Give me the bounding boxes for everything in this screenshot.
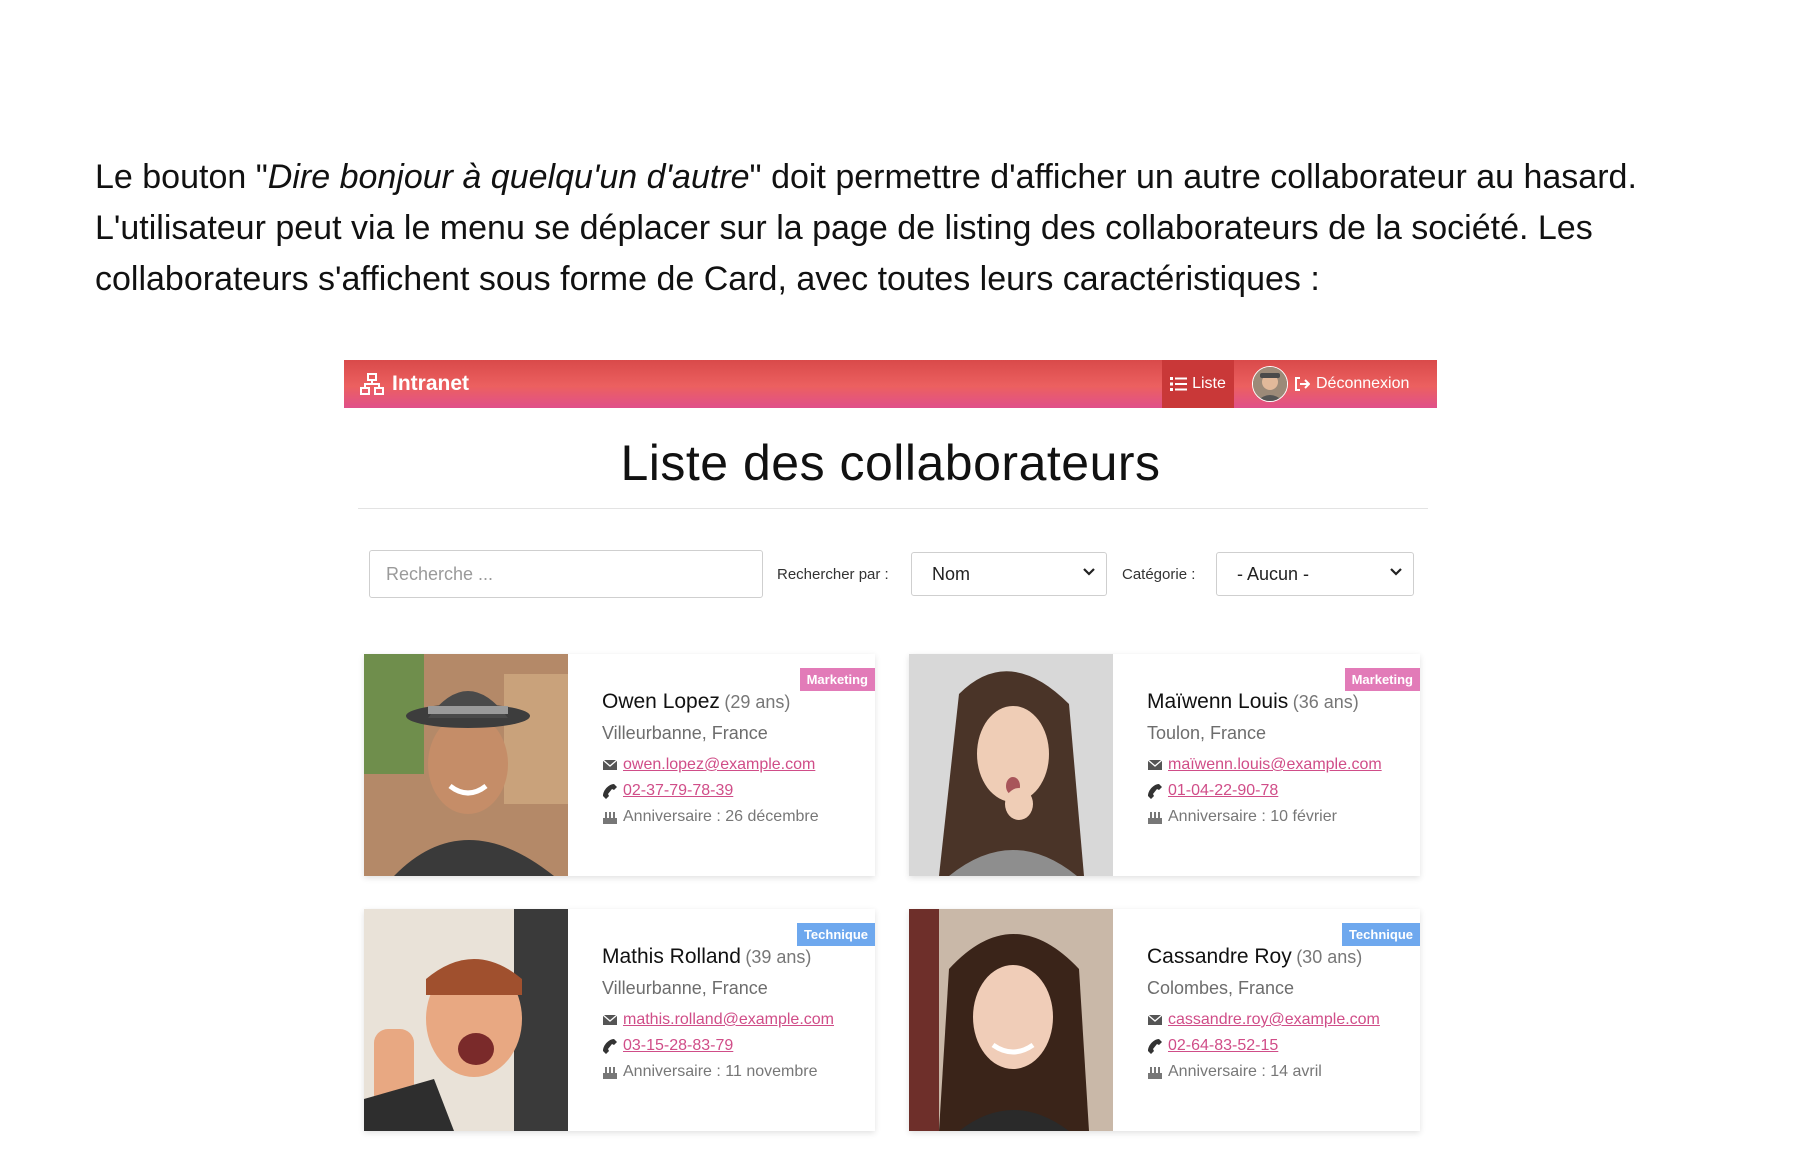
phone-link[interactable]: 02-37-79-78-39 [623,782,733,800]
collaborator-card: Technique Cassandre Roy (30 ans) Colombe… [909,909,1420,1131]
category-badge: Marketing [799,668,875,691]
logout-link[interactable]: Déconnexion [1252,360,1409,408]
collaborator-age: (30 ans) [1296,947,1363,967]
phone-link[interactable]: 03-15-28-83-79 [623,1037,733,1055]
category-value: - Aucun - [1237,563,1310,584]
envelope-icon [1147,759,1163,770]
search-input[interactable] [369,550,763,598]
phone-icon [1148,1039,1162,1054]
collaborator-location: Colombes, France [1147,978,1295,998]
envelope-icon [602,1014,618,1025]
email-link[interactable]: owen.lopez@example.com [623,756,815,774]
collaborator-birthday: Anniversaire : 14 avril [1168,1063,1322,1080]
collaborator-birthday: Anniversaire : 10 février [1168,808,1337,825]
collaborator-age: (36 ans) [1292,692,1359,712]
phone-icon [603,784,617,799]
collaborator-card: Marketing Maïwenn Louis (36 ans) Toulon,… [909,654,1420,876]
search-by-label: Rechercher par : [777,566,889,583]
page-title: Liste des collaborateurs [620,435,1161,491]
birthday-cake-icon [1148,1067,1162,1079]
sitemap-icon [360,373,384,395]
collaborator-card: Marketing Owen Lopez (29 ans) Villeurban… [364,654,875,876]
envelope-icon [602,759,618,770]
email-link[interactable]: cassandre.roy@example.com [1168,1011,1380,1029]
envelope-icon [1147,1014,1163,1025]
email-link[interactable]: maïwenn.louis@example.com [1168,756,1382,774]
collaborator-card: Technique Mathis Rolland (39 ans) Villeu… [364,909,875,1131]
brand-label: Intranet [392,372,470,395]
phone-icon [603,1039,617,1054]
collaborator-location: Villeurbanne, France [602,723,768,743]
list-icon [1170,377,1188,391]
sign-out-icon [1295,377,1310,391]
phone-link[interactable]: 01-04-22-90-78 [1168,782,1278,800]
navbar: Intranet Liste Déconnexion [344,360,1437,408]
category-badge: Technique [1341,923,1420,946]
category-select[interactable]: - Aucun - [1216,552,1414,596]
avatar [1252,366,1288,402]
collaborator-photo [364,654,568,876]
category-badge: Marketing [1344,668,1420,691]
divider [358,508,1428,509]
collaborator-name: Mathis Rolland [602,945,741,968]
intro-paragraph: Le bouton "Dire bonjour à quelqu'un d'au… [95,152,1735,305]
birthday-cake-icon [603,812,617,824]
collaborator-name: Owen Lopez [602,690,720,713]
search-by-select[interactable]: Nom [911,552,1107,596]
search-by-value: Nom [932,563,971,584]
collaborator-location: Villeurbanne, France [602,978,768,998]
brand-link[interactable]: Intranet [360,360,469,408]
intranet-screenshot: Intranet Liste Déconnexion Liste des col… [344,360,1437,1152]
collaborator-age: (29 ans) [724,692,791,712]
chevron-down-icon [1083,568,1095,576]
collaborator-name: Cassandre Roy [1147,945,1292,968]
collaborator-photo [909,654,1113,876]
logout-label: Déconnexion [1316,375,1410,392]
nav-list-link[interactable]: Liste [1162,360,1234,408]
collaborator-birthday: Anniversaire : 11 novembre [623,1063,818,1080]
category-label: Catégorie : [1122,566,1196,583]
intro-button-name: Dire bonjour à quelqu'un d'autre [267,158,750,196]
collaborator-photo [364,909,568,1131]
collaborator-photo [909,909,1113,1131]
collaborator-name: Maïwenn Louis [1147,690,1289,713]
birthday-cake-icon [603,1067,617,1079]
collaborator-location: Toulon, France [1147,723,1267,743]
intro-text-start: Le bouton " [95,158,268,196]
phone-icon [1148,784,1162,799]
nav-list-label: Liste [1192,375,1226,392]
category-badge: Technique [796,923,875,946]
birthday-cake-icon [1148,812,1162,824]
email-link[interactable]: mathis.rolland@example.com [623,1011,834,1029]
phone-link[interactable]: 02-64-83-52-15 [1168,1037,1278,1055]
chevron-down-icon [1390,568,1402,576]
collaborator-age: (39 ans) [745,947,812,967]
collaborator-birthday: Anniversaire : 26 décembre [623,808,819,825]
